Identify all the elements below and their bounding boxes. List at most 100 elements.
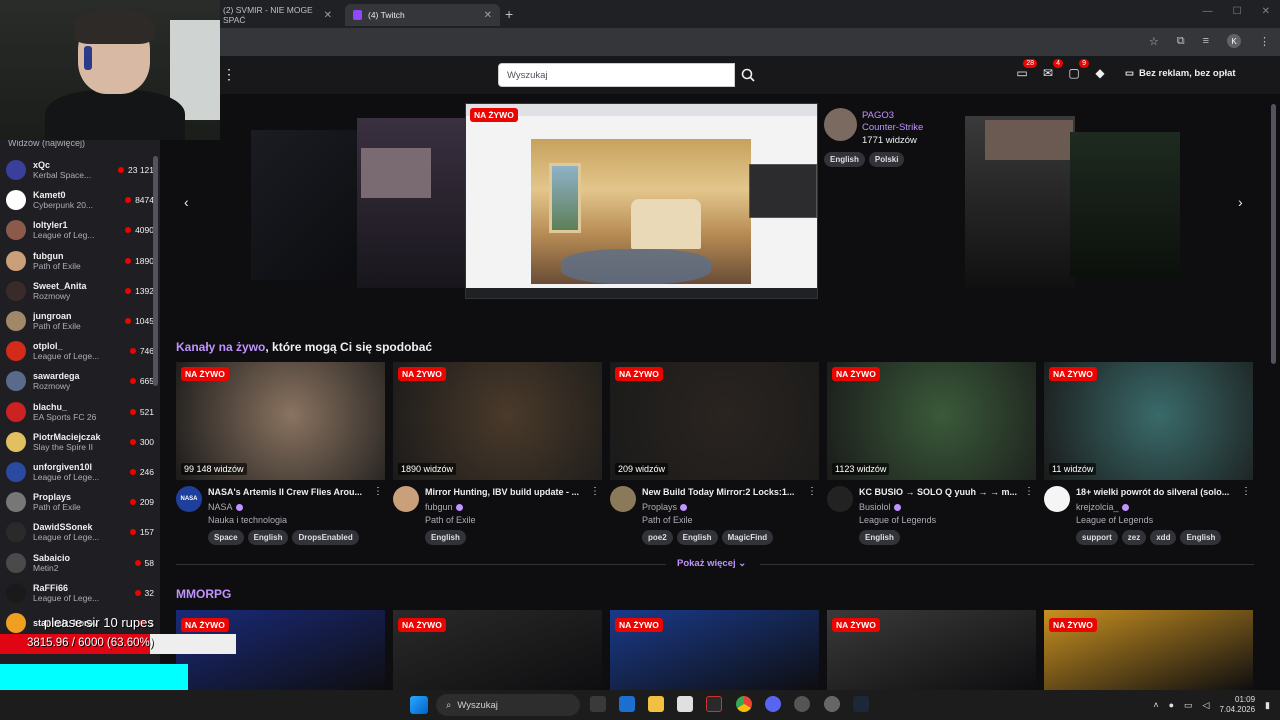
- tag[interactable]: MagicFind: [721, 530, 774, 545]
- main-scrollbar[interactable]: [1271, 104, 1276, 364]
- sidebar-channel-item[interactable]: fubgun Path of Exile 1890: [6, 247, 154, 275]
- stream-title[interactable]: New Build Today Mirror:2 Locks:1...: [642, 487, 810, 497]
- tag[interactable]: DropsEnabled: [292, 530, 359, 545]
- search-input[interactable]: Wyszukaj: [498, 63, 735, 87]
- avatar[interactable]: [393, 486, 419, 512]
- browser-menu-icon[interactable]: ⋮: [1259, 35, 1270, 48]
- tag[interactable]: English: [676, 530, 718, 545]
- tray-overflow-icon[interactable]: ˄: [1153, 700, 1158, 710]
- sidebar-channel-item[interactable]: Sweet_Anita Rozmowy 1392: [6, 277, 154, 305]
- stream-thumbnail[interactable]: NA ŻYWO: [827, 610, 1036, 690]
- sidebar-channel-item[interactable]: blachu_ EA Sports FC 26 521: [6, 398, 154, 426]
- stream-card[interactable]: NA ŻYWO 209 widzów New Build Today Mirror:…: [610, 362, 819, 545]
- store-icon[interactable]: [677, 696, 693, 712]
- category-link[interactable]: Nauka i technologia: [208, 515, 287, 525]
- inbox-button[interactable]: ✉ 4: [1041, 59, 1063, 80]
- category-link[interactable]: Path of Exile: [425, 515, 476, 525]
- discord-icon[interactable]: [765, 696, 781, 712]
- avatar[interactable]: [827, 486, 853, 512]
- more-options-icon[interactable]: ⋮: [1241, 486, 1251, 497]
- tag[interactable]: English: [425, 530, 466, 545]
- mmorpg-section-title[interactable]: MMORPG: [176, 587, 231, 601]
- tag[interactable]: support: [1076, 530, 1118, 545]
- avatar[interactable]: [824, 108, 857, 141]
- avatar[interactable]: [610, 486, 636, 512]
- reading-list-icon[interactable]: ≡: [1203, 35, 1209, 47]
- network-icon[interactable]: ▭: [1184, 700, 1193, 711]
- stream-thumbnail[interactable]: NA ŻYWO 99 148 widzów: [176, 362, 385, 480]
- sidebar-channel-item[interactable]: unforgiven10l League of Lege... 246: [6, 458, 154, 486]
- section-title-link[interactable]: Kanały na żywo: [176, 340, 265, 354]
- whispers-button[interactable]: ▢ 9: [1067, 59, 1089, 80]
- tag[interactable]: xdd: [1150, 530, 1177, 545]
- category-link[interactable]: Counter-Strike: [862, 122, 923, 133]
- stream-thumbnail[interactable]: NA ŻYWO 11 widzów: [1044, 362, 1253, 480]
- carousel-next-icon[interactable]: ›: [1238, 194, 1243, 210]
- stream-thumbnail[interactable]: NA ŻYWO: [393, 610, 602, 690]
- file-explorer-icon[interactable]: [648, 696, 664, 712]
- stream-card[interactable]: NA ŻYWO 99 148 widzów NASA NASA's Artemis I…: [176, 362, 385, 545]
- more-options-icon[interactable]: ⋮: [590, 486, 600, 497]
- carousel-side-preview[interactable]: [357, 118, 467, 288]
- steam-icon[interactable]: [853, 696, 869, 712]
- clock[interactable]: 01:09 7.04.2026: [1219, 695, 1255, 715]
- browser-tab-twitch[interactable]: (4) Twitch ✕: [345, 4, 500, 26]
- sidebar-scrollbar[interactable]: [153, 156, 158, 386]
- stream-thumbnail[interactable]: NA ŻYWO 209 widzów: [610, 362, 819, 480]
- tag[interactable]: English: [1180, 530, 1222, 545]
- close-window-icon[interactable]: ✕: [1262, 6, 1270, 17]
- sidebar-channel-item[interactable]: RaFFi66 League of Lege... 32: [6, 579, 154, 607]
- category-link[interactable]: League of Legends: [859, 515, 936, 525]
- search-button[interactable]: [736, 63, 760, 87]
- category-link[interactable]: Path of Exile: [642, 515, 693, 525]
- more-menu-icon[interactable]: ⋮: [222, 66, 236, 83]
- channel-link[interactable]: NASA: [208, 502, 243, 512]
- channel-link[interactable]: fubgun: [425, 502, 463, 512]
- channel-link[interactable]: Busiolol: [859, 502, 901, 512]
- notifications-button[interactable]: ▭ 28: [1015, 59, 1037, 80]
- more-options-icon[interactable]: ⋮: [807, 486, 817, 497]
- sidebar-channel-item[interactable]: DawidSSonek League of Lege... 157: [6, 518, 154, 546]
- carousel-prev-icon[interactable]: ‹: [184, 194, 189, 210]
- notification-bell-icon[interactable]: ▮: [1265, 700, 1270, 711]
- bookmark-star-icon[interactable]: ☆: [1149, 35, 1159, 48]
- stream-title[interactable]: NASA's Artemis II Crew Flies Arou...: [208, 487, 376, 497]
- avatar[interactable]: NASA: [176, 486, 202, 512]
- stream-title[interactable]: Mirror Hunting, IBV build update - ...: [425, 487, 593, 497]
- maximize-icon[interactable]: ☐: [1233, 6, 1242, 17]
- stream-thumbnail[interactable]: NA ŻYWO 1890 widzów: [393, 362, 602, 480]
- app-icon[interactable]: [824, 696, 840, 712]
- channel-link[interactable]: krejzolcia_: [1076, 502, 1129, 512]
- minimize-icon[interactable]: —: [1203, 6, 1213, 17]
- turbo-button[interactable]: ▭ Bez reklam, bez opłat: [1125, 68, 1236, 79]
- carousel-side-preview[interactable]: [965, 116, 1075, 288]
- tag[interactable]: zez: [1121, 530, 1147, 545]
- sidebar-channel-item[interactable]: PiotrMaciejczak Slay the Spire II 300: [6, 428, 154, 456]
- stream-title[interactable]: KC BUSIO → SOLO Q yuuh → → m...: [859, 487, 1027, 497]
- stream-card[interactable]: NA ŻYWO 1123 widzów KC BUSIO → SOLO Q yuuh…: [827, 362, 1036, 545]
- close-tab-icon[interactable]: ✕: [484, 10, 492, 21]
- carousel-side-preview[interactable]: [1070, 132, 1180, 277]
- task-view-icon[interactable]: [590, 696, 606, 712]
- sidebar-channel-item[interactable]: Kamet0 Cyberpunk 20... 8474: [6, 186, 154, 214]
- tag[interactable]: Polski: [868, 152, 905, 167]
- stream-thumbnail[interactable]: NA ŻYWO: [1044, 610, 1253, 690]
- carousel-side-preview[interactable]: [251, 130, 361, 280]
- extensions-icon[interactable]: ⧉: [1177, 35, 1185, 48]
- app-icon[interactable]: [706, 696, 722, 712]
- sidebar-channel-item[interactable]: loltyler1 League of Leg... 4090: [6, 216, 154, 244]
- stream-card[interactable]: NA ŻYWO 11 widzów 18+ wielki powrót do sil…: [1044, 362, 1253, 545]
- new-tab-icon[interactable]: +: [505, 6, 513, 22]
- close-tab-icon[interactable]: ✕: [324, 10, 332, 21]
- channel-link[interactable]: Proplays: [642, 502, 688, 512]
- stream-title[interactable]: 18+ wielki powrót do silveral (solo...: [1076, 487, 1244, 497]
- category-link[interactable]: League of Legends: [1076, 515, 1153, 525]
- tag[interactable]: English: [247, 530, 289, 545]
- app-icon[interactable]: [794, 696, 810, 712]
- show-more-button[interactable]: Pokaż więcej ⌄: [677, 558, 746, 569]
- sidebar-channel-item[interactable]: sawardega Rozmowy 665: [6, 367, 154, 395]
- stream-thumbnail[interactable]: NA ŻYWO: [610, 610, 819, 690]
- avatar[interactable]: [1044, 486, 1070, 512]
- tag[interactable]: English: [859, 530, 900, 545]
- tag[interactable]: poe2: [642, 530, 673, 545]
